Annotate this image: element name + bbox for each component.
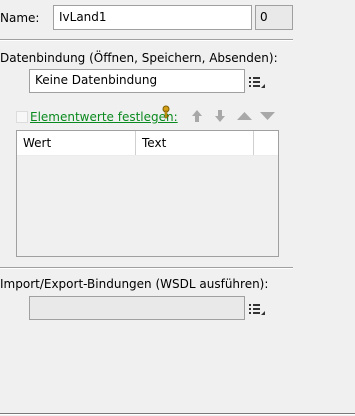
bottom-border-highlight bbox=[0, 414, 355, 415]
data-binding-menu-button[interactable] bbox=[248, 74, 266, 90]
move-up-button[interactable] bbox=[190, 109, 204, 123]
move-bottom-button[interactable] bbox=[259, 111, 276, 121]
separator-highlight bbox=[0, 40, 293, 41]
data-binding-label: Datenbindung (Öffnen, Speichern, Absende… bbox=[0, 51, 278, 65]
table-header: Wert Text bbox=[17, 131, 278, 156]
column-header-text[interactable]: Text bbox=[136, 131, 254, 155]
import-export-field[interactable] bbox=[29, 296, 245, 320]
column-header-filler bbox=[254, 131, 278, 155]
values-table[interactable]: Wert Text bbox=[16, 130, 279, 257]
import-export-label: Import/Export-Bindungen (WSDL ausführen)… bbox=[0, 277, 269, 291]
key-icon bbox=[160, 105, 172, 122]
column-header-value[interactable]: Wert bbox=[17, 131, 136, 155]
list-menu-icon bbox=[249, 304, 265, 315]
data-binding-field[interactable]: Keine Datenbindung bbox=[29, 69, 245, 93]
arrow-down-icon bbox=[215, 110, 225, 122]
import-export-menu-button[interactable] bbox=[248, 301, 266, 317]
name-input[interactable]: IvLand1 bbox=[53, 5, 252, 30]
set-values-link[interactable]: Elementwerte festlegen: bbox=[30, 110, 178, 124]
triangle-up-icon bbox=[237, 112, 252, 120]
move-down-button[interactable] bbox=[213, 109, 227, 123]
arrow-up-icon bbox=[192, 110, 202, 122]
set-values-checkbox[interactable] bbox=[16, 111, 28, 123]
name-label: Name: bbox=[0, 11, 40, 25]
name-count-field: 0 bbox=[255, 5, 293, 30]
list-menu-icon bbox=[249, 77, 265, 88]
separator-highlight bbox=[0, 268, 293, 269]
move-top-button[interactable] bbox=[236, 111, 253, 121]
triangle-down-icon bbox=[260, 112, 275, 120]
